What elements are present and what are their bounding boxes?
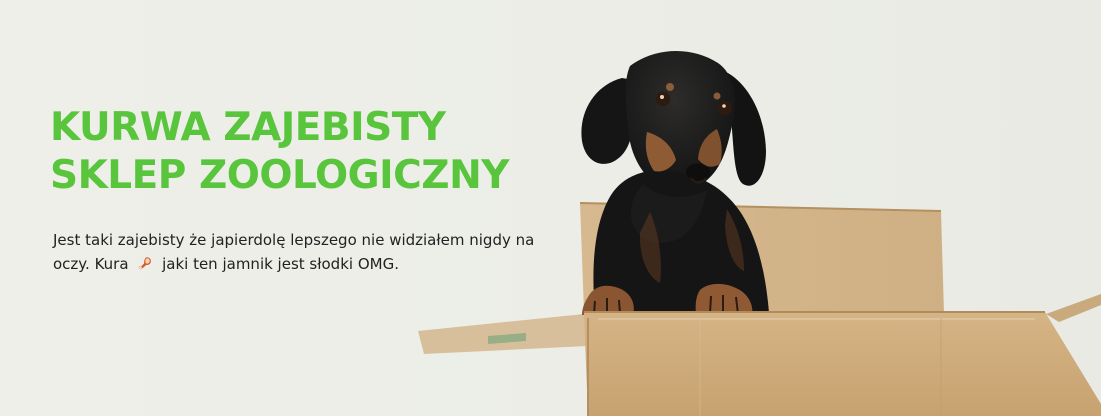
chicken-leg-icon [138,257,152,270]
hero-banner: KURWA ZAJEBISTY SKLEP ZOOLOGICZNY Jest t… [0,0,1101,416]
dachshund-box-photo [418,50,1101,416]
hero-description-end: jaki ten jamnik jest słodki OMG. [162,255,399,273]
